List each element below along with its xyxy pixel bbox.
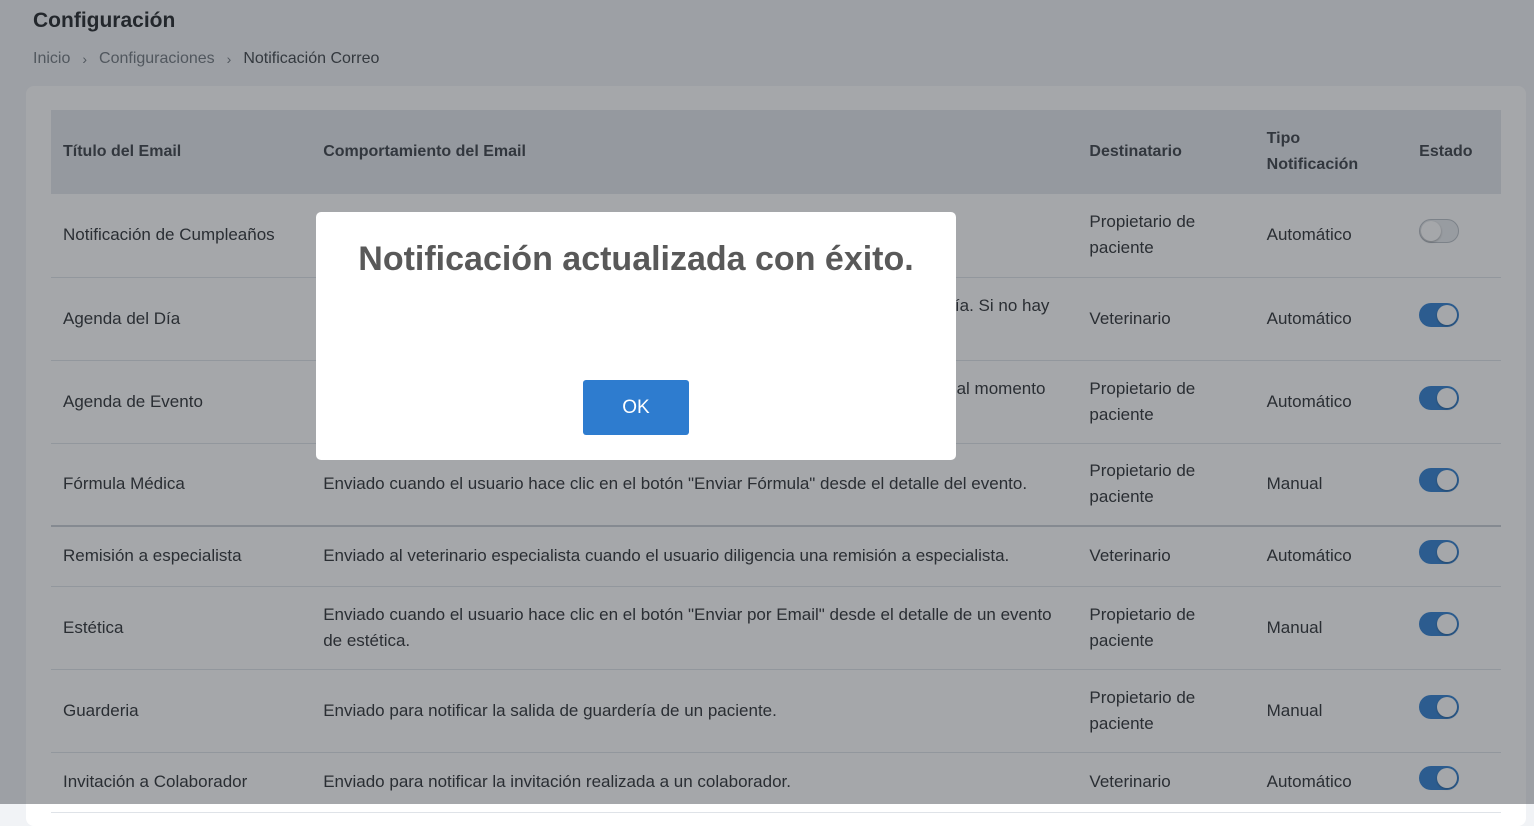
success-dialog: Notificación actualizada con éxito. OK bbox=[316, 212, 956, 460]
dialog-message: Notificación actualizada con éxito. bbox=[358, 240, 914, 278]
ok-button[interactable]: OK bbox=[583, 380, 689, 435]
